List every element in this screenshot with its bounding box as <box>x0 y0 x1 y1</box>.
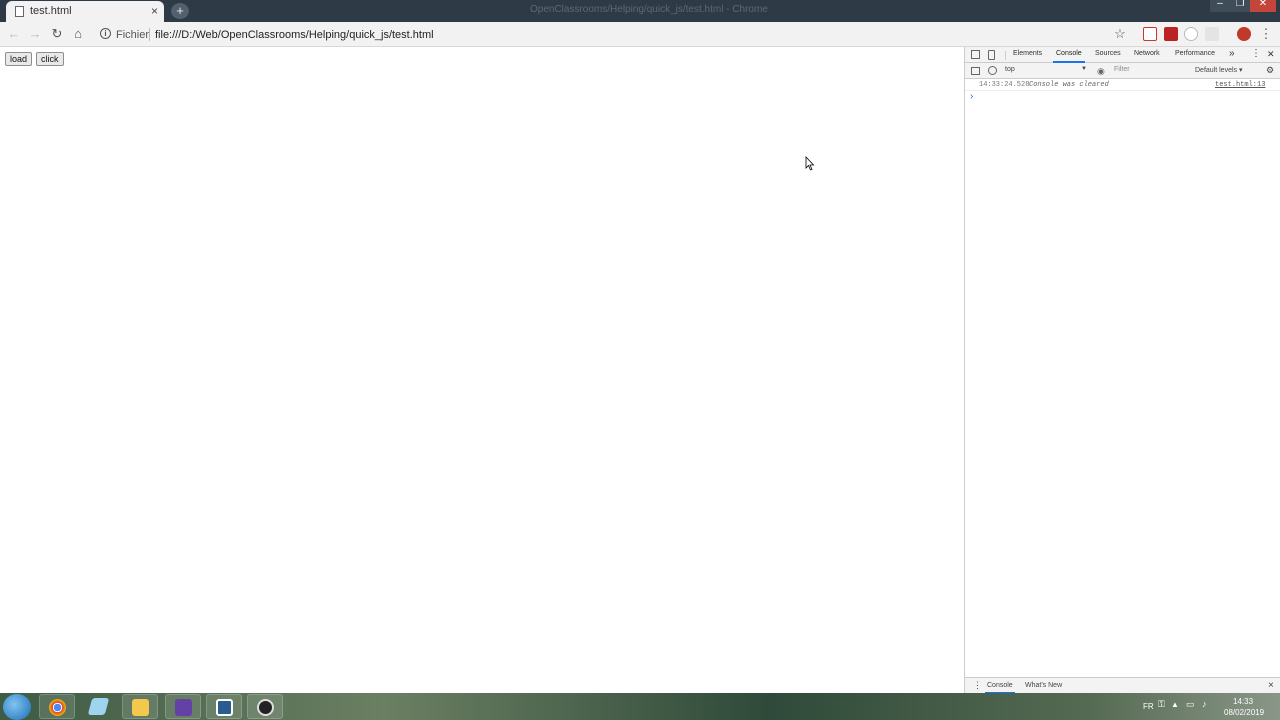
address-bar[interactable]: file:///D:/Web/OpenClassrooms/Helping/qu… <box>155 29 434 41</box>
clear-console-icon[interactable] <box>988 66 997 75</box>
mouse-cursor-icon <box>805 156 815 171</box>
clock-time[interactable]: 14:33 <box>1233 697 1253 706</box>
maximize-icon: ❐ <box>1235 0 1245 9</box>
tab-close-icon[interactable]: × <box>151 4 158 18</box>
clock-date[interactable]: 08/02/2019 <box>1224 708 1264 717</box>
start-button[interactable] <box>3 694 31 720</box>
more-tabs-icon[interactable]: » <box>1229 48 1235 59</box>
reload-button[interactable]: ↻ <box>49 26 65 42</box>
browser-toolbar: ← → ↻ ⌂ i Fichier file:///D:/Web/OpenCla… <box>0 22 1280 47</box>
window-title: OpenClassrooms/Helping/quick_js/test.htm… <box>530 4 768 15</box>
close-icon: ✕ <box>1258 0 1268 9</box>
back-button[interactable]: ← <box>6 26 22 42</box>
taskbar-chrome[interactable] <box>39 694 75 719</box>
taskbar-brackets[interactable] <box>206 694 242 719</box>
log-levels-select[interactable]: Default levels ▾ <box>1195 66 1242 74</box>
tab-sources[interactable]: Sources <box>1095 50 1121 57</box>
bookmark-star-icon[interactable]: ☆ <box>1112 26 1128 42</box>
vue-devtools-icon[interactable] <box>1205 27 1219 41</box>
taskbar-file-explorer[interactable] <box>122 694 158 719</box>
console-prompt-icon: › <box>970 91 974 102</box>
device-toolbar-icon[interactable] <box>988 50 995 60</box>
extension-icon[interactable] <box>1184 27 1198 41</box>
context-selector[interactable]: top <box>1005 66 1015 73</box>
close-window-button[interactable]: ✕ <box>1250 0 1276 12</box>
tab-test-html[interactable]: test.html × <box>6 1 164 22</box>
devtools-menu-icon[interactable]: ⋮ <box>1251 48 1261 59</box>
chrome-menu-icon[interactable]: ⋮ <box>1258 26 1274 42</box>
tab-elements[interactable]: Elements <box>1013 50 1042 57</box>
console-filter-input[interactable]: Filter <box>1114 66 1130 73</box>
minimize-button[interactable]: – <box>1210 0 1230 12</box>
chrome-icon <box>49 699 66 716</box>
tab-performance[interactable]: Performance <box>1175 50 1215 57</box>
click-button[interactable]: click <box>36 52 64 66</box>
tab-title: test.html <box>30 5 72 17</box>
devtools-divider <box>1005 51 1006 60</box>
live-expression-eye-icon[interactable]: ◉ <box>1097 66 1105 77</box>
devtools-panel: Elements Console Sources Network Perform… <box>964 47 1280 694</box>
devtools-close-icon[interactable]: ✕ <box>1267 49 1275 60</box>
console-message: 14:33:24.528 Console was cleared test.ht… <box>965 79 1280 91</box>
tray-volume-icon[interactable]: ♪ <box>1202 699 1207 709</box>
info-icon[interactable]: i <box>100 28 111 39</box>
console-toolbar: top ▼ ◉ Filter Default levels ▾ ⚙ <box>965 63 1280 79</box>
load-button[interactable]: load <box>5 52 33 66</box>
page-viewport: load click <box>0 47 964 693</box>
tab-network[interactable]: Network <box>1134 50 1160 57</box>
obs-icon <box>257 699 274 716</box>
home-button[interactable]: ⌂ <box>70 26 86 42</box>
devtools-tabbar: Elements Console Sources Network Perform… <box>965 47 1280 63</box>
console-output: 14:33:24.528 Console was cleared test.ht… <box>965 79 1280 103</box>
gmail-extension-icon[interactable] <box>1143 27 1157 41</box>
brackets-icon <box>216 699 233 716</box>
context-chevron-icon: ▼ <box>1081 66 1087 72</box>
console-settings-gear-icon[interactable]: ⚙ <box>1266 65 1274 76</box>
new-tab-button[interactable]: + <box>171 3 189 19</box>
tray-expand-icon[interactable]: ▲ <box>1171 700 1179 709</box>
console-prompt-row[interactable]: › <box>965 91 1280 103</box>
drawer-tab-whats-new[interactable]: What's New <box>1025 682 1062 689</box>
tray-network-icon[interactable]: ⚿ <box>1158 699 1165 710</box>
extension-icon[interactable] <box>1164 27 1178 41</box>
notepad-icon <box>87 698 110 715</box>
tray-display-icon[interactable]: ▭ <box>1186 699 1195 710</box>
taskbar: FR ⚿ ▲ ▭ ♪ 14:33 08/02/2019 <box>0 693 1280 720</box>
inspect-element-icon[interactable] <box>971 50 980 59</box>
taskbar-twitch[interactable] <box>165 694 201 719</box>
console-message-text: Console was cleared <box>1029 81 1109 89</box>
omnibox-scheme-label[interactable]: Fichier <box>116 29 149 41</box>
drawer-menu-icon[interactable]: ⋮ <box>973 680 982 691</box>
window-titlebar: test.html × + OpenClassrooms/Helping/qui… <box>0 0 1280 22</box>
console-source-link[interactable]: test.html:13 <box>1215 81 1265 89</box>
folder-icon <box>132 699 149 716</box>
console-timestamp: 14:33:24.528 <box>979 81 1030 89</box>
forward-button[interactable]: → <box>27 26 43 42</box>
taskbar-obs[interactable] <box>247 694 283 719</box>
file-icon <box>15 6 24 17</box>
omnibox-separator <box>149 28 150 41</box>
tab-console[interactable]: Console <box>1056 50 1082 57</box>
drawer-close-icon[interactable]: × <box>1268 680 1274 691</box>
language-indicator[interactable]: FR <box>1143 702 1154 711</box>
profile-avatar[interactable] <box>1237 27 1251 41</box>
devtools-drawer: ⋮ Console What's New × <box>965 677 1280 694</box>
maximize-button[interactable]: ❐ <box>1230 0 1250 12</box>
minimize-icon: – <box>1217 0 1223 9</box>
drawer-tab-console[interactable]: Console <box>987 682 1013 689</box>
taskbar-notepad[interactable] <box>81 694 117 719</box>
twitch-icon <box>175 699 192 716</box>
sidebar-toggle-icon[interactable] <box>971 67 980 75</box>
